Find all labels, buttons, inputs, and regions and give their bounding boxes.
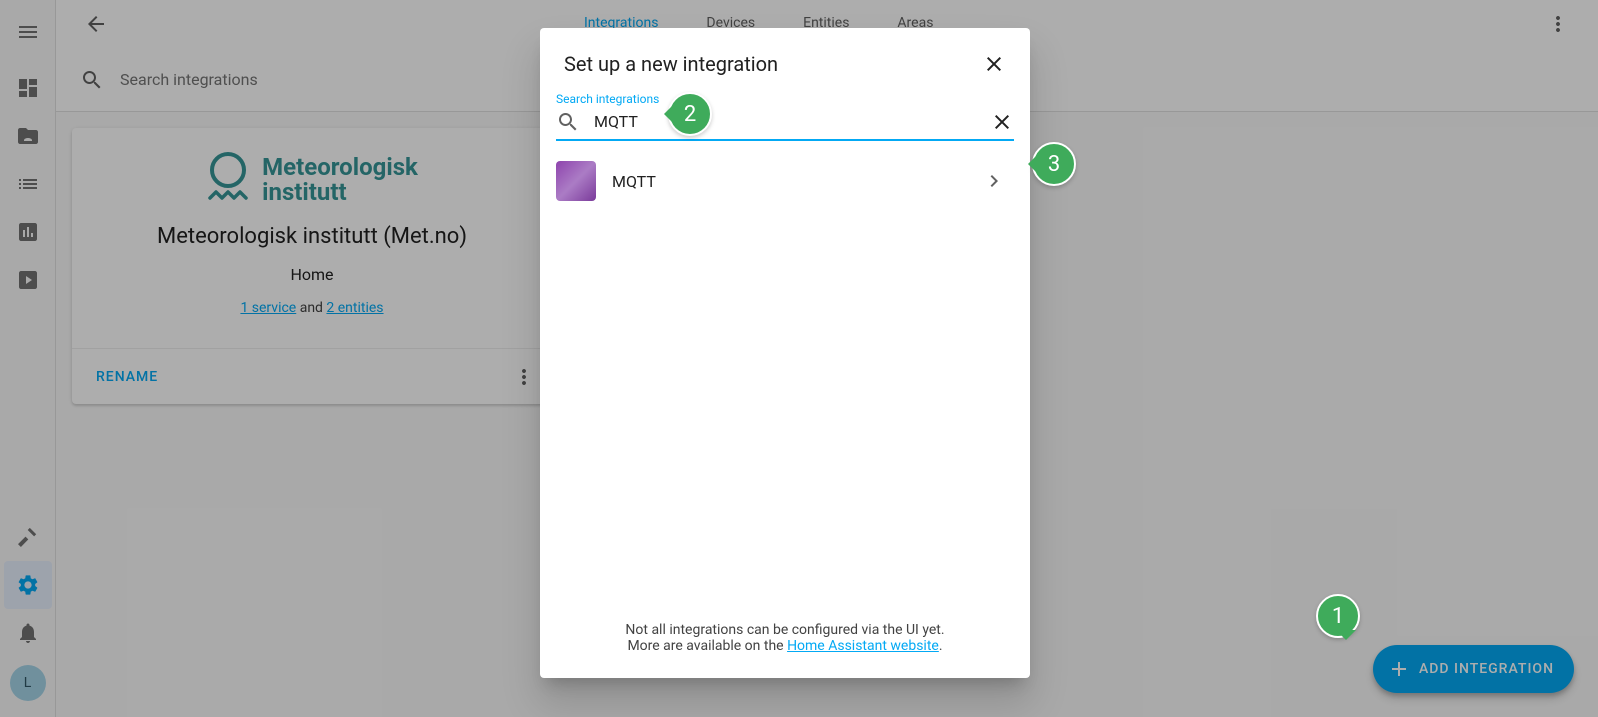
result-list: MQTT — [540, 141, 1030, 606]
close-icon — [990, 110, 1014, 134]
footer-text-b: . — [939, 638, 943, 654]
result-item-mqtt[interactable]: MQTT — [540, 149, 1030, 213]
modal-close-button[interactable] — [982, 52, 1006, 76]
modal-search-label: Search integrations — [556, 92, 1014, 106]
modal-title: Set up a new integration — [564, 52, 778, 76]
search-icon — [556, 110, 580, 134]
modal-footer: Not all integrations can be configured v… — [540, 606, 1030, 678]
result-name: MQTT — [612, 172, 966, 191]
modal-search-field — [556, 108, 1014, 141]
annotation-2: 2 — [668, 92, 712, 136]
modal-header: Set up a new integration — [540, 28, 1030, 92]
modal-search: Search integrations — [540, 92, 1030, 141]
clear-search-button[interactable] — [990, 110, 1014, 134]
ha-website-link[interactable]: Home Assistant website — [787, 638, 939, 654]
footer-line-1: Not all integrations can be configured v… — [564, 622, 1006, 638]
annotation-1: 1 — [1316, 594, 1360, 638]
footer-text-a: More are available on the — [627, 638, 787, 654]
footer-line-2: More are available on the Home Assistant… — [564, 638, 1006, 654]
chevron-right-icon — [982, 169, 1006, 193]
close-icon — [982, 52, 1006, 76]
annotation-3: 3 — [1032, 142, 1076, 186]
mqtt-icon — [556, 161, 596, 201]
integration-picker-modal: Set up a new integration Search integrat… — [540, 28, 1030, 678]
modal-search-input[interactable] — [594, 108, 976, 135]
